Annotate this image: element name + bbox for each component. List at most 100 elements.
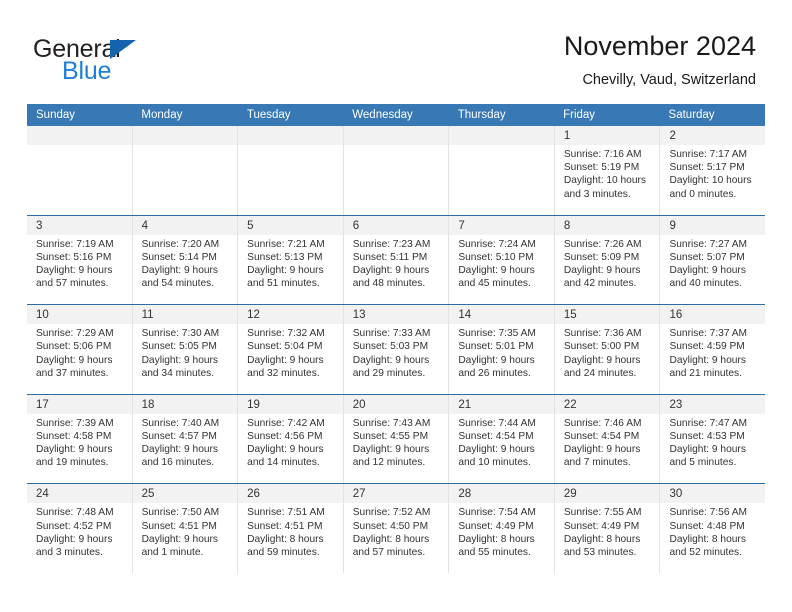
day-cell[interactable]: 9 Sunrise: 7:27 AM Sunset: 5:07 PM Daylight…: [660, 215, 766, 305]
day-cell[interactable]: 6 Sunrise: 7:23 AM Sunset: 5:11 PM Daylight…: [343, 215, 450, 305]
sunrise-text: Sunrise: 7:54 AM: [458, 507, 536, 519]
day-cell[interactable]: 21 Sunrise: 7:44 AM Sunset: 4:54 PM Dayligh…: [449, 394, 555, 484]
day-cell[interactable]: 4 Sunrise: 7:20 AM Sunset: 5:14 PM Daylight…: [132, 215, 239, 305]
daylight-text-line1: Daylight: 9 hours: [669, 444, 746, 456]
day-cell[interactable]: 20 Sunrise: 7:43 AM Sunset: 4:55 PM Dayligh…: [343, 394, 450, 484]
daylight-text-line2: and 57 minutes.: [36, 278, 109, 290]
day-cell[interactable]: 26 Sunrise: 7:51 AM Sunset: 4:51 PM Dayligh…: [238, 484, 344, 573]
sunset-text: Sunset: 4:59 PM: [669, 341, 745, 353]
sunrise-text: Sunrise: 7:42 AM: [247, 417, 325, 429]
day-cell[interactable]: 11 Sunrise: 7:30 AM Sunset: 5:05 PM Dayligh…: [132, 305, 239, 394]
day-cell[interactable]: 27 Sunrise: 7:52 AM Sunset: 4:50 PM Dayligh…: [343, 484, 450, 573]
day-cell[interactable]: 28 Sunrise: 7:54 AM Sunset: 4:49 PM Dayligh…: [449, 484, 555, 573]
general-blue-logo[interactable]: General Blue: [33, 36, 253, 88]
day-number-band: 17: [27, 394, 132, 414]
day-cell[interactable]: 29 Sunrise: 7:55 AM Sunset: 4:49 PM Dayligh…: [554, 484, 661, 573]
calendar-week-row: 1 Sunrise: 7:16 AM Sunset: 5:19 PM Daylight…: [27, 126, 766, 215]
daylight-text-line1: Daylight: 9 hours: [563, 444, 641, 456]
daylight-text-line1: Daylight: 9 hours: [141, 533, 219, 545]
sunset-text: Sunset: 4:56 PM: [247, 430, 323, 442]
sunset-text: Sunset: 5:03 PM: [352, 341, 429, 353]
daylight-text-line2: and 16 minutes.: [141, 457, 215, 469]
daylight-text-line1: Daylight: 9 hours: [36, 444, 113, 456]
day-number-band: 21: [449, 394, 554, 414]
daylight-text-line2: and 1 minute.: [141, 546, 204, 558]
day-number-band: 22: [554, 394, 660, 414]
sunrise-text: Sunrise: 7:27 AM: [669, 238, 748, 250]
sunrise-text: Sunrise: 7:56 AM: [669, 507, 748, 519]
day-details: Sunrise: 7:55 AM Sunset: 4:49 PM Daylight:…: [555, 503, 660, 559]
day-cell[interactable]: 17 Sunrise: 7:39 AM Sunset: 4:58 PM Dayligh…: [27, 394, 133, 484]
day-number-band: 3: [27, 215, 132, 235]
daylight-text-line2: and 37 minutes.: [36, 367, 109, 379]
daylight-text-line1: Daylight: 9 hours: [669, 354, 746, 366]
logo-text-blue: Blue: [62, 57, 112, 85]
day-number-band: 27: [343, 484, 449, 504]
daylight-text-line2: and 14 minutes.: [247, 457, 320, 469]
day-number: 14: [458, 309, 472, 322]
day-number: 2: [669, 130, 676, 142]
daylight-text-line1: Daylight: 8 hours: [458, 533, 535, 545]
daylight-text-line1: Daylight: 9 hours: [458, 354, 535, 366]
daylight-text-line1: Daylight: 9 hours: [563, 354, 641, 366]
day-cell[interactable]: 19 Sunrise: 7:42 AM Sunset: 4:56 PM Dayligh…: [238, 394, 344, 484]
day-cell[interactable]: 25 Sunrise: 7:50 AM Sunset: 4:51 PM Dayligh…: [132, 484, 239, 573]
sunrise-text: Sunrise: 7:32 AM: [247, 328, 325, 340]
day-cell[interactable]: 2 Sunrise: 7:17 AM Sunset: 5:17 PM Daylight…: [660, 126, 766, 215]
day-number: 15: [563, 309, 577, 322]
daylight-text-line2: and 7 minutes.: [563, 457, 631, 469]
day-cell[interactable]: 13 Sunrise: 7:33 AM Sunset: 5:03 PM Dayligh…: [343, 305, 450, 394]
day-number: 16: [669, 309, 683, 322]
day-number: 29: [563, 488, 577, 501]
day-number-band: 12: [238, 305, 343, 325]
daylight-text-line1: Daylight: 8 hours: [669, 533, 746, 545]
day-number: 20: [352, 398, 366, 411]
day-number-band: 19: [238, 394, 343, 414]
weekday-saturday: Saturday: [668, 109, 715, 121]
calendar-week-row: 17 Sunrise: 7:39 AM Sunset: 4:58 PM Dayligh…: [27, 393, 766, 484]
weekday-tuesday: Tuesday: [246, 109, 291, 121]
day-cell[interactable]: 16 Sunrise: 7:37 AM Sunset: 4:59 PM Dayligh…: [660, 305, 766, 394]
daylight-text-line1: Daylight: 8 hours: [247, 533, 324, 545]
weekday-header-row: Sunday Monday Tuesday Wednesday Thursday…: [27, 104, 765, 126]
day-details: Sunrise: 7:43 AM Sunset: 4:55 PM Daylight:…: [344, 414, 449, 470]
day-number: 22: [563, 398, 577, 411]
day-cell[interactable]: 14 Sunrise: 7:35 AM Sunset: 5:01 PM Dayligh…: [449, 305, 555, 394]
day-details: Sunrise: 7:35 AM Sunset: 5:01 PM Daylight:…: [449, 324, 554, 380]
daylight-text-line1: Daylight: 9 hours: [141, 354, 219, 366]
day-details: Sunrise: 7:50 AM Sunset: 4:51 PM Daylight:…: [133, 503, 238, 559]
daylight-text-line2: and 29 minutes.: [352, 367, 426, 379]
daylight-text-line2: and 0 minutes.: [669, 188, 737, 200]
day-cell[interactable]: 23 Sunrise: 7:47 AM Sunset: 4:53 PM Dayligh…: [660, 394, 766, 484]
day-cell[interactable]: 8 Sunrise: 7:26 AM Sunset: 5:09 PM Daylight…: [554, 215, 661, 305]
day-details: Sunrise: 7:32 AM Sunset: 5:04 PM Daylight:…: [238, 324, 343, 380]
day-cell[interactable]: 22 Sunrise: 7:46 AM Sunset: 4:54 PM Dayligh…: [554, 394, 661, 484]
day-cell[interactable]: 24 Sunrise: 7:48 AM Sunset: 4:52 PM Dayligh…: [27, 484, 133, 573]
sunset-text: Sunset: 5:14 PM: [141, 251, 217, 263]
day-number-band: 9: [660, 215, 766, 235]
sunrise-text: Sunrise: 7:50 AM: [141, 507, 220, 519]
daylight-text-line1: Daylight: 9 hours: [247, 265, 324, 276]
day-cell[interactable]: 1 Sunrise: 7:16 AM Sunset: 5:19 PM Daylight…: [554, 126, 661, 215]
day-number: 6: [352, 219, 360, 232]
day-number-band: 2: [660, 126, 766, 145]
day-number-band: 4: [132, 215, 238, 235]
day-cell[interactable]: 30 Sunrise: 7:56 AM Sunset: 4:48 PM Dayligh…: [660, 484, 766, 573]
day-cell-empty: [132, 126, 239, 215]
sunrise-text: Sunrise: 7:44 AM: [458, 417, 536, 429]
daylight-text-line2: and 24 minutes.: [563, 367, 637, 379]
daylight-text-line2: and 40 minutes.: [669, 278, 742, 290]
day-details: Sunrise: 7:39 AM Sunset: 4:58 PM Daylight:…: [27, 414, 132, 470]
day-cell[interactable]: 3 Sunrise: 7:19 AM Sunset: 5:16 PM Daylight…: [27, 215, 133, 305]
sunset-text: Sunset: 4:49 PM: [458, 520, 534, 532]
day-cell[interactable]: 18 Sunrise: 7:40 AM Sunset: 4:57 PM Dayligh…: [132, 394, 239, 484]
day-cell[interactable]: 15 Sunrise: 7:36 AM Sunset: 5:00 PM Dayligh…: [554, 305, 661, 394]
sunset-text: Sunset: 4:49 PM: [563, 520, 640, 532]
daylight-text-line2: and 59 minutes.: [247, 546, 320, 558]
day-cell[interactable]: 5 Sunrise: 7:21 AM Sunset: 5:13 PM Daylight…: [238, 215, 344, 305]
day-cell[interactable]: 7 Sunrise: 7:24 AM Sunset: 5:10 PM Daylight…: [449, 215, 555, 305]
sunrise-text: Sunrise: 7:35 AM: [458, 328, 536, 340]
day-cell[interactable]: 12 Sunrise: 7:32 AM Sunset: 5:04 PM Dayligh…: [238, 305, 344, 394]
sunset-text: Sunset: 4:58 PM: [36, 430, 112, 442]
day-cell[interactable]: 10 Sunrise: 7:29 AM Sunset: 5:06 PM Dayligh…: [27, 305, 133, 394]
